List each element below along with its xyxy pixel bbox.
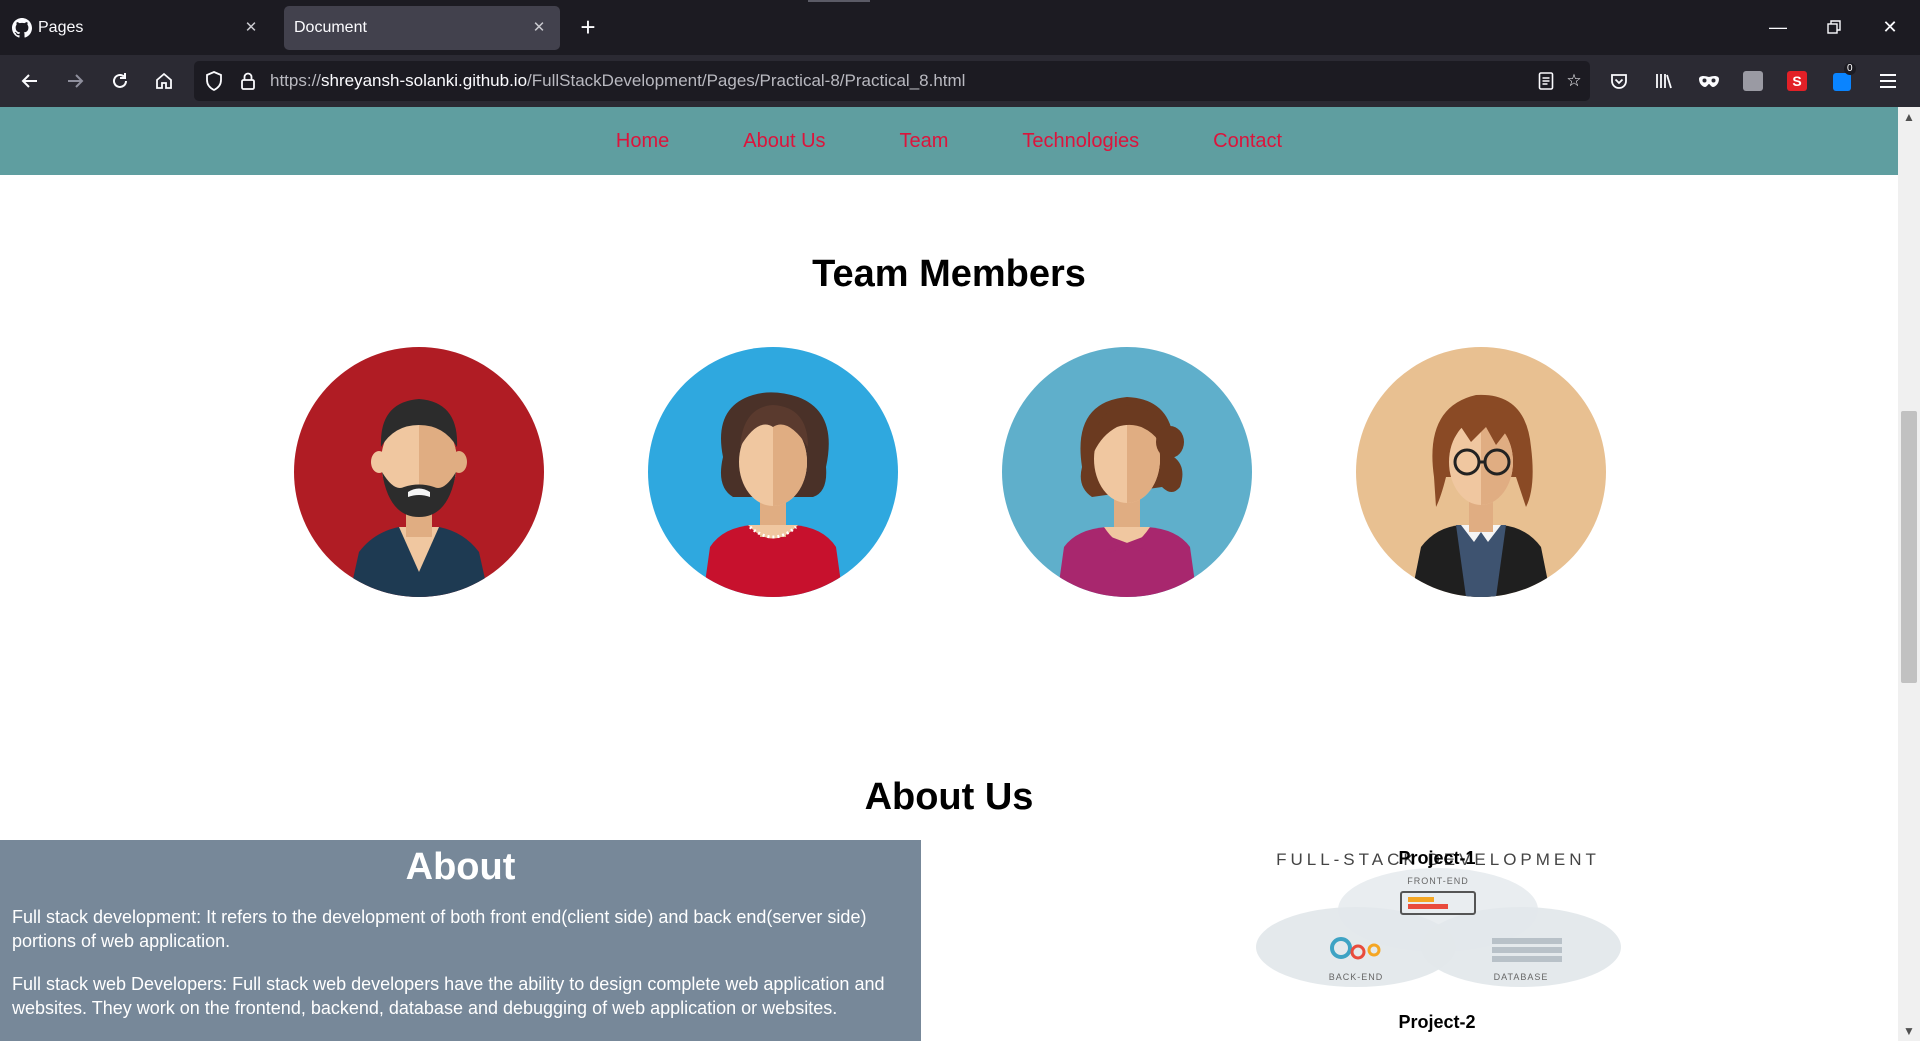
url-host: shreyansh-solanki.github.io <box>321 71 528 90</box>
scroll-up-icon[interactable]: ▲ <box>1898 107 1920 127</box>
about-paragraph-1: Full stack development: It refers to the… <box>12 907 867 951</box>
close-icon[interactable]: ✕ <box>528 17 550 39</box>
tab-pages[interactable]: Pages ✕ <box>4 6 272 50</box>
about-title: About <box>405 846 516 888</box>
database-label: DATABASE <box>1494 972 1549 982</box>
close-window-icon[interactable]: ✕ <box>1872 12 1908 42</box>
tab-drag-indicator <box>808 0 870 2</box>
github-icon <box>12 18 32 38</box>
extension-counter-icon[interactable]: 0 <box>1826 63 1858 97</box>
tab-document[interactable]: Document ✕ <box>284 6 560 50</box>
full-stack-diagram: FULL-STACK DEVELOPMENT FRONT-END BACK-EN… <box>1256 850 1621 987</box>
nav-link-home[interactable]: Home <box>616 130 669 153</box>
extension-s-icon[interactable]: S <box>1781 65 1813 97</box>
woman-glasses-avatar <box>1356 347 1606 597</box>
woman-curly-avatar <box>648 347 898 597</box>
tab-label: Document <box>294 19 367 36</box>
url-scheme: https:// <box>270 71 322 90</box>
projects-panel: FULL-STACK DEVELOPMENT FRONT-END BACK-EN… <box>976 840 1898 1041</box>
private-mask-icon[interactable] <box>1693 65 1725 97</box>
nav-link-technologies[interactable]: Technologies <box>1022 130 1139 153</box>
url-path: /FullStackDevelopment/Pages/Practical-8/… <box>527 71 966 90</box>
pocket-icon[interactable] <box>1603 65 1635 97</box>
extension-puzzle-icon[interactable] <box>1737 65 1769 97</box>
front-end-label: FRONT-END <box>1407 876 1469 886</box>
page-scrollbar[interactable]: ▲ ▼ <box>1898 107 1920 1041</box>
about-panel: About Full stack development: It refers … <box>0 840 921 1041</box>
back-icon[interactable] <box>14 65 46 97</box>
forward-icon[interactable] <box>59 65 91 97</box>
project-1-title: Project-1 <box>1398 848 1476 868</box>
tab-label: Pages <box>38 19 84 36</box>
minimize-icon[interactable]: — <box>1760 12 1796 42</box>
url-text[interactable]: https://shreyansh-solanki.github.io/Full… <box>270 71 965 91</box>
about-heading: About Us <box>864 776 1034 818</box>
close-icon[interactable]: ✕ <box>240 17 262 39</box>
about-paragraph-2: Full stack web Developers: Full stack we… <box>12 974 885 1018</box>
scroll-thumb[interactable] <box>1901 411 1917 683</box>
back-end-label: BACK-END <box>1329 972 1384 982</box>
nav-link-contact[interactable]: Contact <box>1213 130 1282 153</box>
url-bar[interactable]: https://shreyansh-solanki.github.io/Full… <box>194 61 1590 101</box>
project-2-title: Project-2 <box>1398 1012 1476 1032</box>
restore-icon[interactable] <box>1816 12 1852 42</box>
page-viewport: Home About Us Team Technologies Contact … <box>0 107 1898 1041</box>
new-tab-button[interactable]: + <box>574 14 602 42</box>
bookmark-star-icon[interactable]: ☆ <box>1560 67 1588 95</box>
counter-badge: 0 <box>1844 63 1856 75</box>
reload-icon[interactable] <box>104 65 136 97</box>
team-heading: Team Members <box>812 253 1086 295</box>
scroll-down-icon[interactable]: ▼ <box>1898 1021 1920 1041</box>
shield-icon[interactable] <box>200 67 228 95</box>
menu-hamburger-icon[interactable] <box>1872 65 1904 97</box>
site-navbar: Home About Us Team Technologies Contact <box>0 107 1898 175</box>
home-icon[interactable] <box>148 65 180 97</box>
library-icon[interactable] <box>1648 65 1680 97</box>
nav-link-about-us[interactable]: About Us <box>743 130 825 153</box>
woman-ponytail-avatar <box>1002 347 1252 597</box>
browser-toolbar: https://shreyansh-solanki.github.io/Full… <box>0 55 1920 107</box>
tab-strip: Pages ✕ Document ✕ + — ✕ <box>0 0 1920 55</box>
lock-icon[interactable] <box>234 67 262 95</box>
nav-link-team[interactable]: Team <box>900 130 949 153</box>
man-beard-avatar <box>294 347 544 597</box>
reader-view-icon[interactable] <box>1532 67 1560 95</box>
